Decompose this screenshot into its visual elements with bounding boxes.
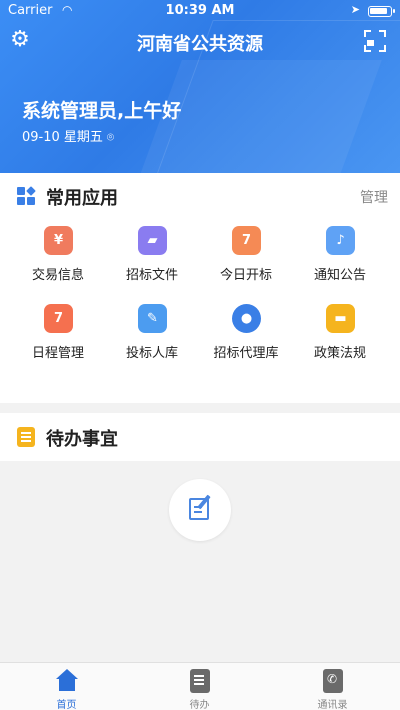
app-bidder-library[interactable]: ✎ 投标人库 — [102, 304, 202, 374]
empty-todo-icon — [169, 479, 231, 541]
app-label: 交易信息 — [31, 268, 84, 283]
app-label: 政策法规 — [313, 346, 366, 361]
tab-label: 通讯录 — [317, 700, 348, 710]
location-pin-icon: ⌾ — [106, 130, 115, 144]
greeting-text: 系统管理员,上午好 — [22, 100, 182, 122]
page-title: 河南省公共资源 — [137, 34, 263, 55]
todo-section-title: 待办事宜 — [46, 429, 118, 450]
tab-contacts[interactable]: 通讯录 — [266, 663, 399, 710]
tab-label: 待办 — [189, 700, 210, 710]
bidder-icon: ✎ — [138, 304, 167, 333]
location-arrow-icon: ➤ — [350, 3, 360, 16]
todo-section-header: 待办事宜 — [0, 413, 400, 461]
folder-icon: ▰ — [138, 226, 167, 255]
common-apps-card: 常用应用 管理 ¥ 交易信息 ▰ 招标文件 7 今日开标 ♪ 通知公告 7 日程… — [0, 173, 400, 403]
apps-grid-icon — [17, 186, 36, 205]
status-bar: Carrier ◠ 10:39 AM ➤ — [0, 0, 400, 22]
todo-list-icon — [17, 427, 35, 447]
app-label: 招标代理库 — [213, 346, 279, 361]
date-line: 09-10 星期五 ⌾ — [22, 126, 114, 145]
person-icon: ● — [232, 304, 261, 333]
tab-home[interactable]: 首页 — [0, 663, 133, 710]
date-text: 09-10 星期五 — [22, 130, 103, 145]
home-icon — [55, 669, 79, 693]
app-trade-info[interactable]: ¥ 交易信息 — [8, 226, 108, 296]
yen-coin-icon: ¥ — [44, 226, 73, 255]
app-label: 日程管理 — [31, 346, 84, 361]
header-banner: Carrier ◠ 10:39 AM ➤ ⚙ 河南省公共资源 系统管理员,上午好… — [0, 0, 400, 173]
apps-section-title: 常用应用 — [46, 188, 118, 209]
app-today-opening[interactable]: 7 今日开标 — [196, 226, 296, 296]
status-time: 10:39 AM — [165, 3, 235, 18]
app-label: 招标文件 — [125, 268, 178, 283]
bell-icon: ♪ — [326, 226, 355, 255]
tab-label: 首页 — [56, 700, 77, 710]
app-schedule[interactable]: 7 日程管理 — [8, 304, 108, 374]
app-label: 今日开标 — [219, 268, 272, 283]
battery-icon — [368, 6, 395, 17]
todo-doc-icon — [190, 669, 210, 693]
calendar-icon: 7 — [44, 304, 73, 333]
app-tender-files[interactable]: ▰ 招标文件 — [102, 226, 202, 296]
app-label: 投标人库 — [125, 346, 178, 361]
app-label: 通知公告 — [313, 268, 366, 283]
calendar-icon: 7 — [232, 226, 261, 255]
folder-icon: ▬ — [326, 304, 355, 333]
bottom-tab-bar: 首页 待办 通讯录 — [0, 662, 400, 710]
app-policies[interactable]: ▬ 政策法规 — [290, 304, 390, 374]
app-agency-library[interactable]: ● 招标代理库 — [196, 304, 296, 374]
manage-button[interactable]: 管理 — [360, 187, 388, 207]
scan-icon[interactable] — [364, 30, 386, 52]
apps-section-header: 常用应用 管理 — [0, 173, 400, 217]
tab-todo[interactable]: 待办 — [133, 663, 266, 710]
contacts-icon — [323, 669, 343, 693]
app-notices[interactable]: ♪ 通知公告 — [290, 226, 390, 296]
